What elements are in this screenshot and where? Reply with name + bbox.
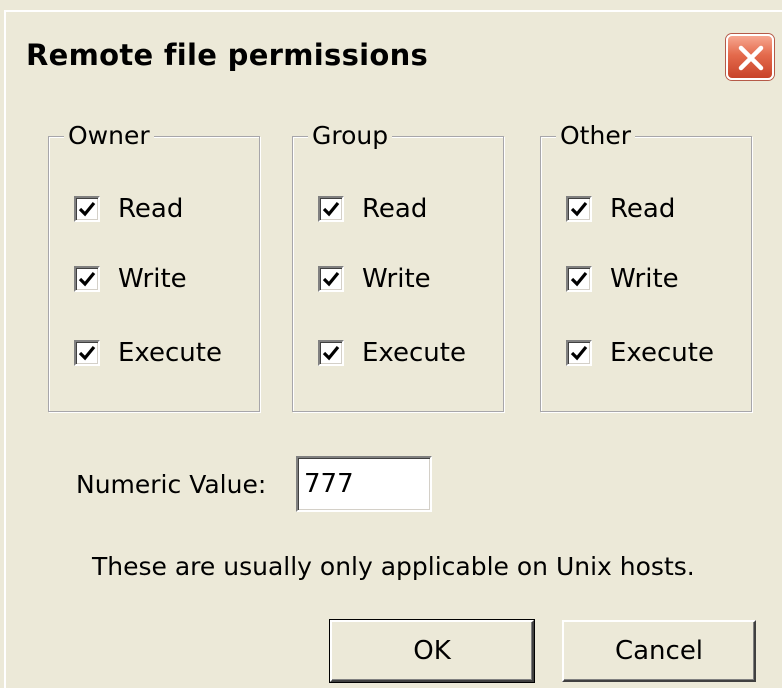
checkmark-icon [570, 271, 588, 287]
checkmark-icon [322, 345, 340, 361]
unix-hosts-note: These are usually only applicable on Uni… [92, 552, 695, 581]
checkbox-box[interactable] [74, 266, 100, 292]
checkbox-label: Execute [610, 338, 714, 368]
checkbox-box[interactable] [566, 266, 592, 292]
checkbox-box[interactable] [566, 196, 592, 222]
owner-group-legend: Owner [64, 122, 154, 150]
ok-button[interactable]: OK [329, 619, 535, 683]
permissions-dialog: Remote file permissions Owner Read Write… [4, 10, 782, 688]
title-bar[interactable]: Remote file permissions [6, 12, 782, 102]
checkmark-icon [322, 201, 340, 217]
checkbox-box[interactable] [318, 340, 344, 366]
checkbox-label: Write [362, 264, 431, 294]
checkmark-icon [322, 271, 340, 287]
group-group: Group Read Write Execute [292, 122, 504, 412]
numeric-value-input[interactable] [296, 456, 432, 512]
checkbox-box[interactable] [318, 196, 344, 222]
cancel-button[interactable]: Cancel [562, 620, 756, 682]
checkmark-icon [570, 345, 588, 361]
checkbox-label: Write [610, 264, 679, 294]
group-group-legend: Group [308, 122, 393, 150]
checkbox-label: Read [610, 194, 676, 224]
checkbox-label: Read [118, 194, 184, 224]
numeric-value-label: Numeric Value: [76, 470, 267, 499]
checkbox-label: Execute [118, 338, 222, 368]
checkbox-box[interactable] [566, 340, 592, 366]
checkbox-box[interactable] [74, 340, 100, 366]
checkbox-box[interactable] [318, 266, 344, 292]
checkmark-icon [78, 345, 96, 361]
close-icon [738, 45, 764, 71]
checkmark-icon [78, 271, 96, 287]
other-group: Other Read Write Execute [540, 122, 752, 412]
owner-group: Owner Read Write Execute [48, 122, 260, 412]
close-button[interactable] [726, 34, 774, 80]
checkbox-label: Read [362, 194, 428, 224]
checkbox-box[interactable] [74, 196, 100, 222]
checkmark-icon [78, 201, 96, 217]
other-group-legend: Other [556, 122, 635, 150]
checkbox-label: Write [118, 264, 187, 294]
window-title: Remote file permissions [26, 38, 429, 72]
checkbox-label: Execute [362, 338, 466, 368]
checkmark-icon [570, 201, 588, 217]
